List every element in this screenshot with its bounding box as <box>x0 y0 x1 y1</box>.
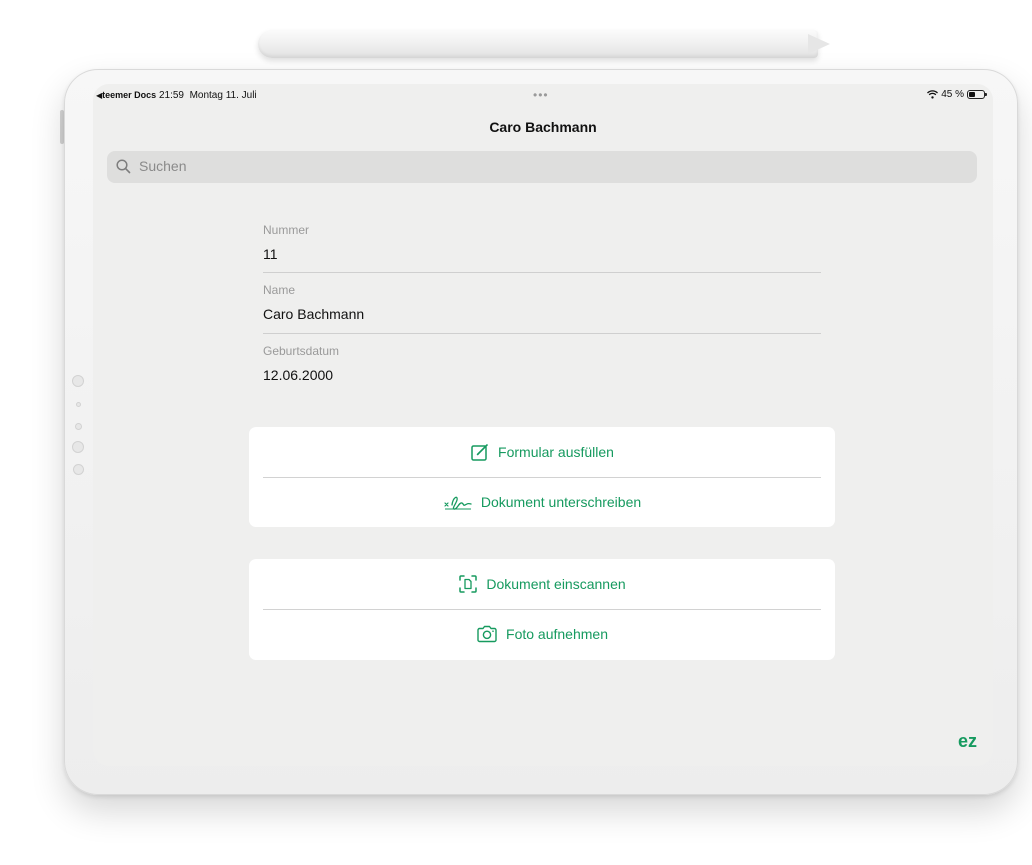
status-time: 21:59 <box>158 90 184 101</box>
field-value: Caro Bachmann <box>263 306 365 322</box>
scan-document-label: Dokument einscannen <box>486 576 626 592</box>
search-bar[interactable] <box>107 151 977 183</box>
status-bar-right: 45 % <box>927 89 987 100</box>
field-divider <box>263 272 821 273</box>
device-mockup: ◀teemer Docs 21:59 Montag 11. Juli ••• 4… <box>0 0 1032 865</box>
take-photo-button[interactable]: Foto aufnehmen <box>249 609 835 659</box>
field-geburtsdatum: Geburtsdatum 12.06.2000 <box>263 344 821 383</box>
search-icon <box>116 159 131 174</box>
ipad-sensor-dot <box>73 464 84 475</box>
battery-fill <box>969 92 976 97</box>
ipad-screen: ◀teemer Docs 21:59 Montag 11. Juli ••• 4… <box>93 84 993 766</box>
status-bar: ◀teemer Docs 21:59 Montag 11. Juli ••• 4… <box>93 84 993 108</box>
back-to-app-link[interactable]: teemer Docs <box>102 90 156 100</box>
status-bar-left: ◀teemer Docs 21:59 Montag 11. Juli <box>96 90 257 101</box>
action-card-documents: Formular ausfüllen Dokument unterschreib… <box>249 427 835 527</box>
search-input[interactable] <box>137 157 961 175</box>
field-label: Geburtsdatum <box>263 344 340 358</box>
field-value: 11 <box>263 246 278 262</box>
take-photo-label: Foto aufnehmen <box>506 626 608 642</box>
field-name: Name Caro Bachmann <box>263 283 821 322</box>
apple-pencil-tip <box>808 34 830 54</box>
wifi-icon <box>927 90 939 99</box>
scan-document-icon <box>459 575 478 593</box>
ipad-sensor-dot <box>72 441 84 453</box>
fill-form-label: Formular ausfüllen <box>498 444 614 460</box>
fill-form-button[interactable]: Formular ausfüllen <box>249 427 835 477</box>
battery-icon <box>967 90 987 99</box>
signature-icon <box>444 496 472 510</box>
brand-logo-text: ez <box>957 731 977 751</box>
apple-pencil <box>258 30 818 58</box>
field-label: Name <box>263 283 296 297</box>
sign-document-label: Dokument unterschreiben <box>480 494 642 510</box>
status-date: Montag 11. Juli <box>189 90 257 101</box>
page-title: Caro Bachmann <box>489 119 597 135</box>
camera-icon <box>477 625 497 643</box>
sign-document-button[interactable]: Dokument unterschreiben <box>249 477 835 527</box>
battery-percentage: 45 % <box>941 89 964 100</box>
edit-form-icon <box>471 444 488 461</box>
brand-logo-icon: ez <box>958 731 977 752</box>
action-card-capture: Dokument einscannen Foto aufnehmen <box>249 559 835 660</box>
ipad-sensor-dot <box>75 423 82 430</box>
battery-cap <box>985 93 987 96</box>
scan-document-button[interactable]: Dokument einscannen <box>249 559 835 609</box>
field-divider <box>263 333 821 334</box>
field-nummer: Nummer 11 <box>263 223 821 262</box>
ipad-sensor-dot <box>72 375 84 387</box>
field-value: 12.06.2000 <box>263 367 334 383</box>
field-label: Nummer <box>263 223 310 237</box>
multitasking-dots-icon[interactable]: ••• <box>533 88 549 102</box>
ipad-sensor-dot <box>76 402 81 407</box>
